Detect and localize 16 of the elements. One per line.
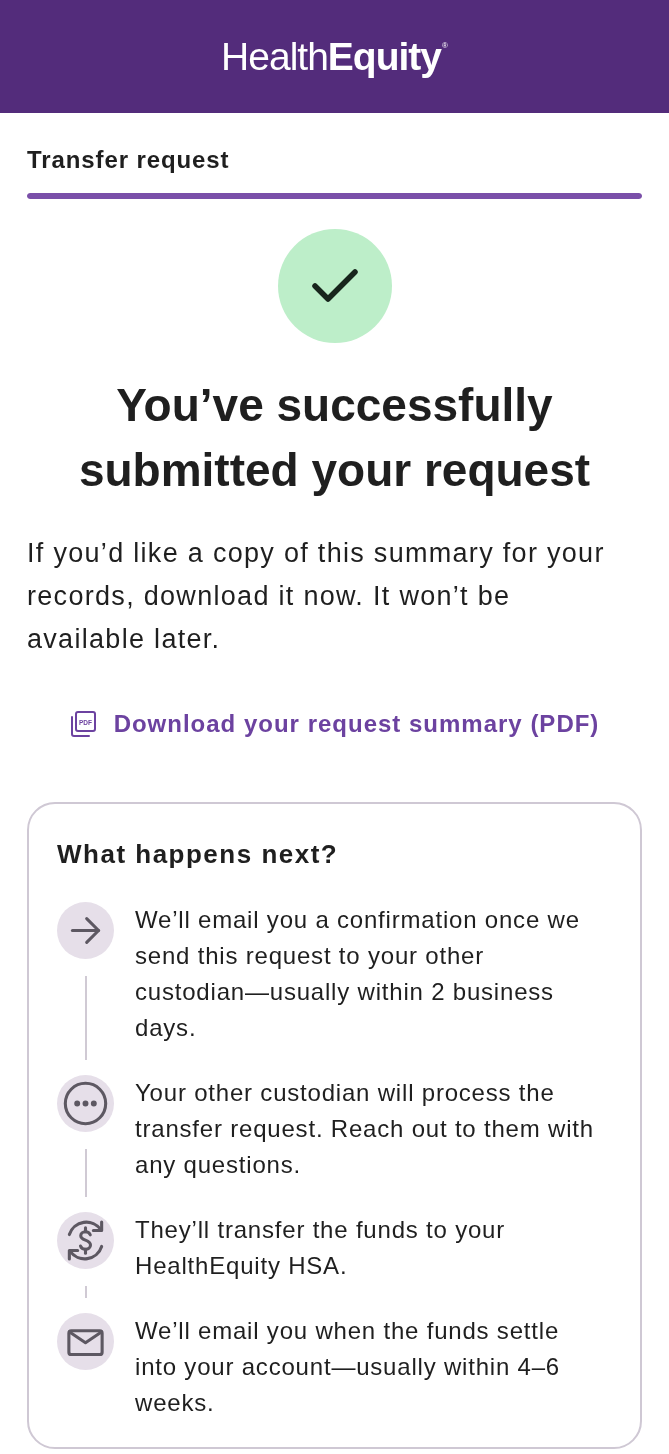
ellipsis-icon <box>57 1075 114 1132</box>
check-icon <box>277 229 392 343</box>
timeline-connector <box>84 1286 87 1298</box>
step-text: They’ll transfer the funds to your HealthEquity HSA. <box>135 1215 507 1281</box>
summary-message: If you’d like a copy of this summary for your records, download it now. It won’t be available later. <box>27 537 606 656</box>
arrow-right-icon <box>57 902 114 959</box>
success-heading: You’ve successfully submitted your request <box>77 378 592 498</box>
step-text: Your other custodian will process the transfer request. Reach out to them with any questions. <box>135 1078 595 1180</box>
dollar-exchange-icon <box>57 1212 114 1269</box>
timeline-connector <box>84 1149 87 1197</box>
logo: HealthEquity$^{®}$ <box>221 37 448 76</box>
card-title: What happens next? <box>57 839 340 869</box>
envelope-icon <box>57 1313 114 1370</box>
step-text: We’ll email you when the funds settle into your account—usually within 4–6 weeks. <box>135 1316 562 1418</box>
step-text: We’ll email you a confirmation once we send this request to your other custodian—usually within 2 business days. <box>135 905 581 1043</box>
page-title: Transfer request <box>27 147 231 173</box>
